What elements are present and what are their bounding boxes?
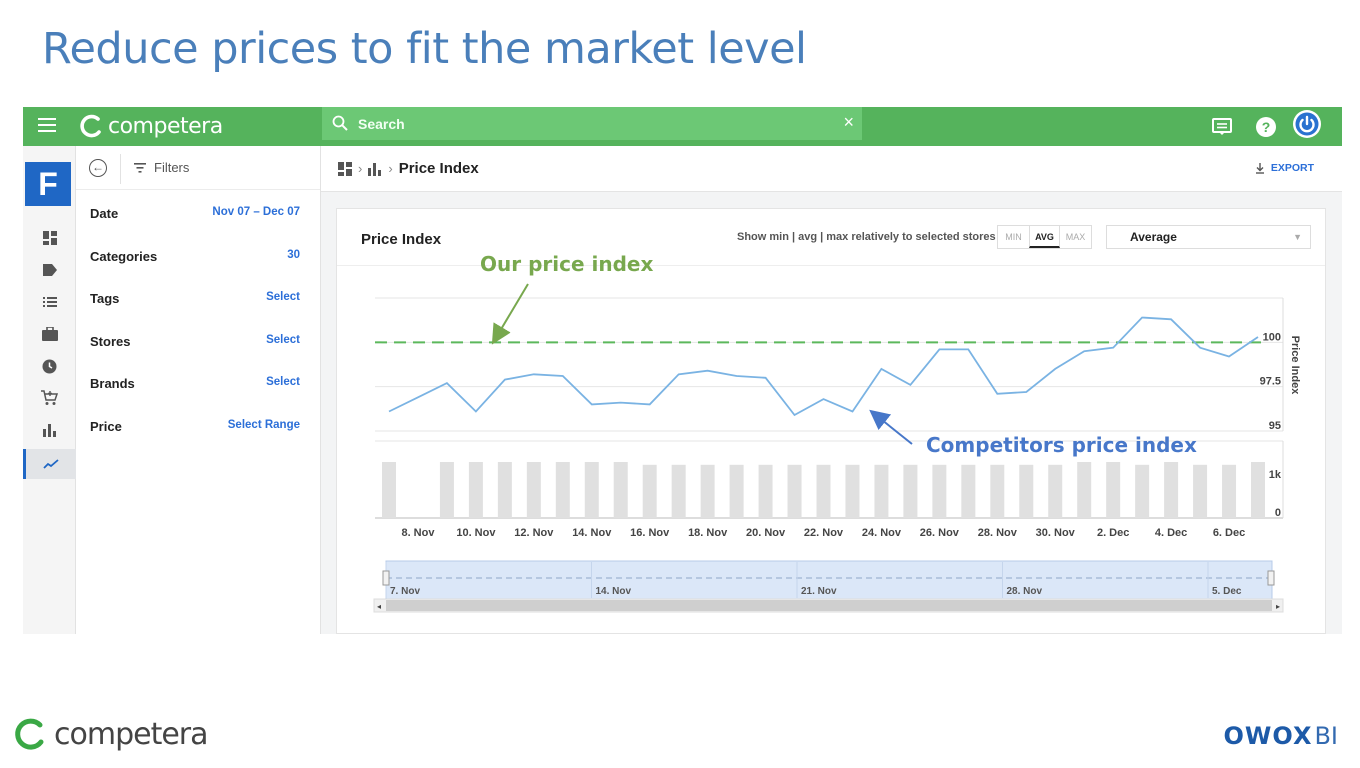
volume-bar [671,464,686,518]
scroll-right-arrow-icon: ▸ [1276,602,1280,611]
scroll-left-arrow-icon: ◂ [377,602,381,611]
navigator-label: 5. Dec [1212,586,1242,597]
x-tick-label: 26. Nov [920,527,960,539]
volume-bar [874,464,889,518]
volume-bar [1048,464,1063,518]
volume-bar [1251,462,1265,518]
navigator-label: 28. Nov [1007,586,1043,597]
volume-bar [787,464,802,518]
volume-bar [1222,464,1237,518]
volume-bar [816,464,831,518]
volume-tick-label: 0 [1275,507,1281,519]
owox-logo-text: OWOX [1223,722,1313,750]
navigator-left-handle [382,570,390,586]
volume-bar [439,462,454,518]
volume-bar [700,464,715,518]
volume-bar [613,462,628,518]
x-tick-label: 22. Nov [804,527,844,539]
slide-title: Reduce prices to fit the market level [42,24,807,74]
annotation-our-price-index: Our price index [480,252,654,276]
x-tick-label: 6. Dec [1213,527,1245,539]
navigator-label: 7. Nov [390,586,420,597]
volume-bar [903,464,918,518]
volume-bar [584,462,599,518]
volume-bar [990,464,1005,518]
x-tick-label: 10. Nov [456,527,496,539]
x-tick-label: 24. Nov [862,527,902,539]
competera-logo-icon [15,718,44,750]
bi-logo-text: BI [1314,722,1338,750]
volume-bar [1019,464,1034,518]
competitors-price-index-line [388,316,1259,417]
volume-bar [961,464,976,518]
volume-bar [729,464,744,518]
volume-bar [382,462,396,518]
price-index-chart: 100 97.5 95 Price Index 1k 0 8. Nov 10. Nov 12. … [373,297,1301,613]
volume-bar [932,464,947,518]
volume-bar [1164,462,1179,518]
footer-brand-text: competera [54,716,209,752]
footer-competera-logo: competera [12,716,209,752]
volume-bar [1077,462,1092,518]
volume-bar [642,464,657,518]
volume-bar [497,462,512,518]
volume-bar [758,464,773,518]
annotation-competitors-price-index: Competitors price index [926,433,1197,457]
x-tick-label: 2. Dec [1097,527,1129,539]
volume-bar [526,462,541,518]
x-tick-label: 16. Nov [630,527,670,539]
y-tick-label: 97.5 [1260,376,1281,388]
volume-bar [1135,464,1150,518]
volume-bar [468,462,483,518]
volume-tick-label: 1k [1269,469,1282,481]
y-tick-label: 95 [1269,420,1281,432]
x-tick-label: 30. Nov [1036,527,1076,539]
navigator-right-handle [1267,570,1275,586]
owox-bi-logo: OWOX BI [1224,722,1338,750]
y-tick-label: 100 [1263,331,1281,343]
navigator-label: 14. Nov [596,586,632,597]
x-tick-label: 18. Nov [688,527,728,539]
navigator-label: 21. Nov [801,586,837,597]
y-axis-label: Price Index [1289,336,1301,396]
x-tick-label: 28. Nov [978,527,1018,539]
x-tick-label: 14. Nov [572,527,612,539]
volume-bar [1193,464,1208,518]
volume-bar [845,464,860,518]
x-tick-label: 8. Nov [401,527,435,539]
navigator-scrollbar-thumb [386,600,1272,611]
x-tick-label: 4. Dec [1155,527,1187,539]
x-tick-label: 12. Nov [514,527,554,539]
volume-bar [1106,462,1121,518]
x-tick-label: 20. Nov [746,527,786,539]
volume-bar [555,462,570,518]
